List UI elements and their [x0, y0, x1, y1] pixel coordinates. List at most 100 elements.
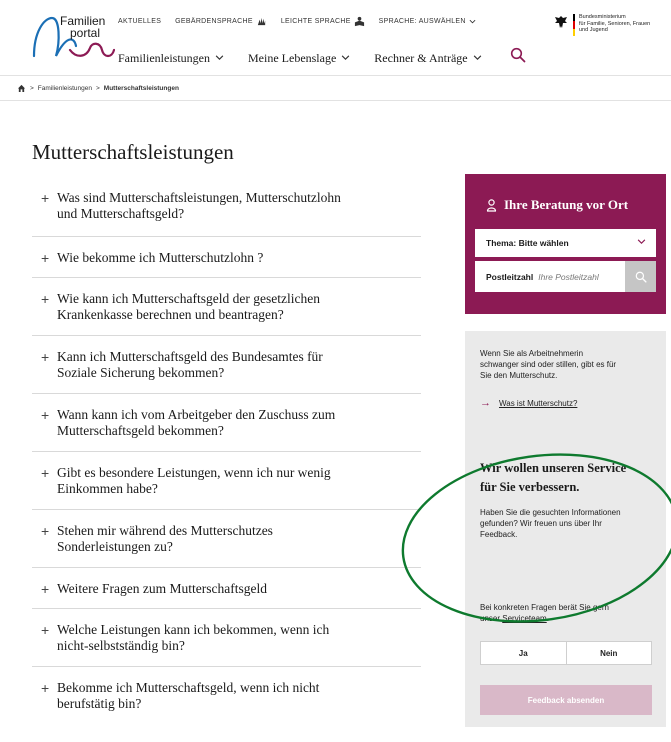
- sign-language-icon: [257, 17, 265, 26]
- topnav-aktuelles[interactable]: AKTUELLES: [118, 18, 161, 25]
- postcode-input[interactable]: Ihre Postleitzahl: [538, 272, 598, 282]
- topnav-sprache-select[interactable]: SPRACHE: AUSWÄHLEN: [379, 18, 476, 25]
- faq-item[interactable]: + Bekomme ich Mutterschaftsgeld, wenn ic…: [32, 667, 421, 719]
- plus-icon: +: [41, 622, 50, 638]
- no-button[interactable]: Nein: [565, 642, 652, 664]
- nav-meine-lebenslage[interactable]: Meine Lebenslage: [248, 51, 350, 66]
- topic-select[interactable]: Thema: Bitte wählen: [475, 229, 656, 257]
- site-header: Familien portal AKTUELLES GEBÄRDENSPRACH…: [0, 0, 671, 75]
- faq-item[interactable]: + Wie bekomme ich Mutterschutzlohn ?: [32, 237, 421, 278]
- flag-bar: [573, 14, 575, 36]
- plus-icon: +: [41, 291, 50, 307]
- faq-question-line: Krankenkasse berechnen und beantragen?: [57, 307, 284, 322]
- breadcrumb-separator: >: [30, 84, 34, 92]
- plus-icon: +: [41, 581, 50, 597]
- faq-question: Weitere Fragen zum Mutterschaftsgeld: [57, 581, 267, 608]
- breadcrumb-current: Mutterschaftsleistungen: [103, 84, 179, 92]
- chevron-down-icon: [637, 239, 646, 244]
- faq-item[interactable]: + Welche Leistungen kann ich bekommen, w…: [32, 609, 421, 667]
- faq-item[interactable]: + Weitere Fragen zum Mutterschaftsgeld: [32, 568, 421, 609]
- plus-icon: +: [41, 680, 50, 696]
- easy-language-icon: [354, 16, 364, 27]
- plus-icon: +: [41, 250, 50, 266]
- nav-familienleistungen-label: Familienleistungen: [118, 51, 210, 65]
- topic-select-value: Thema: Bitte wählen: [486, 238, 569, 248]
- faq-question-line: Stehen mir während des Mutterschutzes: [57, 523, 273, 538]
- nav-meine-lebenslage-label: Meine Lebenslage: [248, 51, 337, 65]
- faq-item[interactable]: + Wann kann ich vom Arbeitgeber den Zusc…: [32, 394, 421, 452]
- search-icon[interactable]: [510, 47, 526, 63]
- faq-question: Wann kann ich vom Arbeitgeber den Zuschu…: [57, 407, 335, 451]
- serviceteam-link[interactable]: Serviceteam: [502, 614, 546, 623]
- feedback-description: Haben Sie die gesuchten Informationen ge…: [480, 507, 660, 540]
- advice-title: Ihre Beratung vor Ort: [486, 197, 628, 213]
- feedback-contact-prefix: unser: [480, 614, 503, 623]
- faq-question-line: Soziale Sicherung bekommen?: [57, 365, 225, 380]
- faq-accordion: + Was sind Mutterschaftsleistungen, Mutt…: [32, 178, 421, 719]
- faq-question: Gibt es besondere Leistungen, wenn ich n…: [57, 465, 331, 509]
- feedback-box: Wir wollen unseren Service für Sie verbe…: [465, 447, 666, 727]
- feedback-contact: Bei konkreten Fragen berät Sie gern unse…: [480, 602, 660, 624]
- faq-question-line: Einkommen habe?: [57, 481, 158, 496]
- topnav-leichte-sprache[interactable]: LEICHTE SPRACHE: [281, 16, 365, 27]
- faq-question-line: Kann ich Mutterschaftsgeld des Bundesamt…: [57, 349, 323, 364]
- feedback-contact-suffix: .: [546, 614, 549, 623]
- maternity-info-box: Wenn Sie als Arbeitnehmerin schwanger si…: [465, 331, 666, 447]
- advice-title-text: Ihre Beratung vor Ort: [504, 197, 629, 212]
- info-link-row: → Was ist Mutterschutz?: [480, 398, 651, 409]
- postcode-field[interactable]: Postleitzahl Ihre Postleitzahl: [475, 261, 656, 292]
- nav-rechner-antraege[interactable]: Rechner & Anträge: [374, 51, 481, 66]
- faq-question: Wie kann ich Mutterschaftsgeld der geset…: [57, 291, 320, 335]
- chevron-down-icon: [469, 19, 476, 24]
- faq-question: Kann ich Mutterschaftsgeld des Bundesamt…: [57, 349, 323, 393]
- info-line: schwanger sind oder stillen, gibt es für: [480, 360, 617, 369]
- faq-question-line: Wie bekomme ich Mutterschutzlohn ?: [57, 250, 264, 265]
- faq-question-line: und Mutterschaftsgeld?: [57, 206, 185, 221]
- faq-question-line: berufstätig bin?: [57, 696, 142, 711]
- feedback-contact-line2: unser Serviceteam.: [480, 613, 660, 624]
- faq-question: Welche Leistungen kann ich bekommen, wen…: [57, 622, 329, 666]
- chevron-down-icon: [342, 55, 350, 60]
- topnav-gebaerdensprache[interactable]: GEBÄRDENSPRACHE: [175, 16, 267, 27]
- submit-feedback-button[interactable]: Feedback absenden: [480, 685, 652, 715]
- faq-item[interactable]: + Kann ich Mutterschaftsgeld des Bundesa…: [32, 336, 421, 394]
- feedback-choice-group: Ja Nein: [480, 641, 652, 665]
- plus-icon: +: [41, 523, 50, 539]
- faq-item[interactable]: + Wie kann ich Mutterschaftsgeld der ges…: [32, 278, 421, 336]
- faq-item[interactable]: + Stehen mir während des Mutterschutzes S…: [32, 510, 421, 568]
- info-text: Wenn Sie als Arbeitnehmerin schwanger si…: [480, 348, 651, 381]
- info-line: Sie den Mutterschutz.: [480, 371, 558, 380]
- was-ist-mutterschutz-link[interactable]: Was ist Mutterschutz?: [499, 398, 577, 409]
- faq-item[interactable]: + Gibt es besondere Leistungen, wenn ich…: [32, 452, 421, 510]
- faq-question-line: Sonderleistungen zu?: [57, 539, 173, 554]
- faq-question: Wie bekomme ich Mutterschutzlohn ?: [57, 250, 263, 277]
- breadcrumb-item[interactable]: Familienleistungen: [38, 85, 92, 92]
- feedback-text-line: Haben Sie die gesuchten Informationen: [480, 508, 621, 517]
- ministry-name: Bundesministerium für Familie, Senioren,…: [579, 14, 663, 36]
- feedback-title-line: für Sie verbessern.: [480, 480, 580, 494]
- feedback-title: Wir wollen unseren Service für Sie verbe…: [480, 459, 660, 497]
- ministry-logo[interactable]: Bundesministerium für Familie, Senioren,…: [553, 14, 663, 36]
- faq-question-line: Welche Leistungen kann ich bekommen, wen…: [57, 622, 330, 637]
- breadcrumb-separator: >: [96, 84, 100, 92]
- yes-button[interactable]: Ja: [481, 642, 566, 664]
- faq-item[interactable]: + Was sind Mutterschaftsleistungen, Mutt…: [32, 178, 421, 237]
- postcode-label: Postleitzahl: [486, 271, 534, 282]
- postcode-search-button[interactable]: [625, 261, 656, 292]
- federal-eagle-icon: [555, 16, 567, 28]
- person-icon: [486, 198, 497, 212]
- feedback-contact-line: Bei konkreten Fragen berät Sie gern: [480, 603, 609, 612]
- faq-question-line: Was sind Mutterschaftsleistungen, Mutter…: [57, 190, 341, 205]
- nav-familienleistungen[interactable]: Familienleistungen: [118, 51, 224, 66]
- faq-question: Was sind Mutterschaftsleistungen, Mutter…: [57, 190, 341, 236]
- ministry-line: und Jugend: [579, 27, 608, 33]
- advice-panel: Ihre Beratung vor Ort Thema: Bitte wähle…: [465, 174, 666, 314]
- topnav-leichte-sprache-label: LEICHTE SPRACHE: [280, 18, 351, 25]
- plus-icon: +: [41, 465, 50, 481]
- home-icon[interactable]: [17, 84, 26, 92]
- faq-question-line: Mutterschaftsgeld bekommen?: [57, 423, 224, 438]
- faq-question-line: Bekomme ich Mutterschaftsgeld, wenn ich …: [57, 680, 320, 695]
- faq-question-line: Wann kann ich vom Arbeitgeber den Zuschu…: [57, 407, 336, 422]
- chevron-down-icon: [215, 55, 224, 60]
- feedback-text-line: Feedback.: [480, 530, 518, 539]
